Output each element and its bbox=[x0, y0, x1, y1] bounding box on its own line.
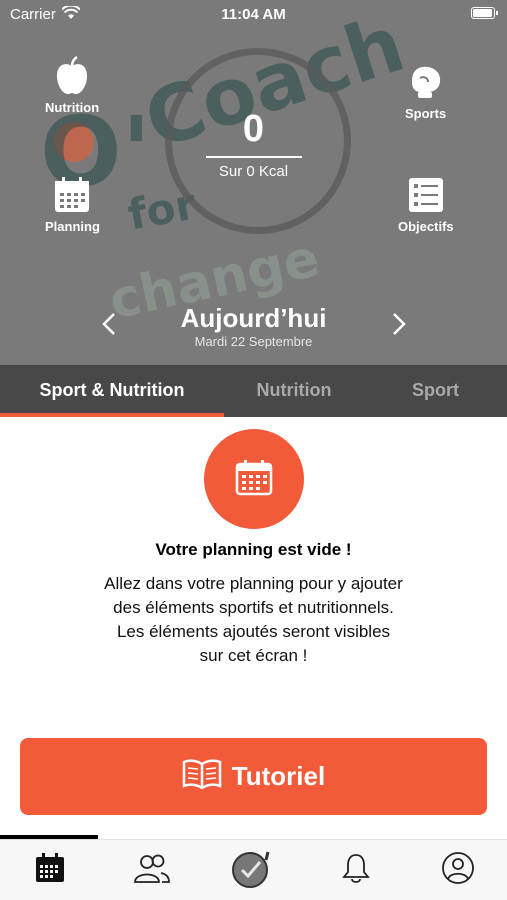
people-icon bbox=[132, 852, 172, 889]
empty-state-badge bbox=[204, 429, 304, 529]
nav-planning[interactable] bbox=[30, 850, 70, 890]
tutorial-button[interactable]: Tutoriel bbox=[20, 738, 487, 815]
app-screen: O' Coach for change Carrier 11:04 AM 0 S… bbox=[0, 0, 507, 900]
coach-logo-icon bbox=[230, 848, 274, 893]
tile-planning[interactable]: Planning bbox=[45, 175, 100, 234]
bottom-tab-bar bbox=[0, 839, 507, 900]
user-icon bbox=[441, 851, 475, 890]
dashboard-header: O' Coach for change Carrier 11:04 AM 0 S… bbox=[0, 0, 507, 365]
tile-label: Sports bbox=[405, 106, 447, 121]
tab-sport[interactable]: Sport bbox=[364, 365, 507, 417]
active-tab-indicator bbox=[0, 413, 224, 417]
tile-label: Objectifs bbox=[398, 219, 454, 234]
boxing-glove-icon bbox=[406, 62, 446, 102]
status-bar: Carrier 11:04 AM bbox=[0, 0, 507, 30]
date-subtitle: Mardi 22 Septembre bbox=[194, 334, 313, 349]
empty-state-title: Votre planning est vide ! bbox=[155, 540, 352, 559]
tile-label: Nutrition bbox=[45, 100, 100, 115]
calendar-icon bbox=[34, 852, 66, 889]
nav-profile[interactable] bbox=[438, 850, 478, 890]
tile-nutrition[interactable]: Nutrition bbox=[45, 56, 99, 115]
tile-label: Planning bbox=[45, 219, 100, 234]
nav-notifications[interactable] bbox=[336, 850, 376, 890]
segment-tabs: Sport & Nutrition Nutrition Sport bbox=[0, 365, 507, 417]
nav-community[interactable] bbox=[132, 850, 172, 890]
apple-icon bbox=[52, 56, 92, 96]
battery-icon bbox=[471, 7, 498, 19]
calendar-icon bbox=[234, 457, 274, 502]
calendar-icon bbox=[52, 175, 92, 215]
tutorial-label: Tutoriel bbox=[231, 761, 326, 791]
tab-sport-nutrition[interactable]: Sport & Nutrition bbox=[0, 365, 224, 417]
tab-nutrition[interactable]: Nutrition bbox=[224, 365, 364, 417]
open-book-icon bbox=[182, 758, 222, 795]
empty-state-text: des éléments sportifs et nutritionnels. bbox=[113, 598, 394, 617]
kcal-divider bbox=[206, 156, 302, 158]
tile-objectifs[interactable]: Objectifs bbox=[398, 175, 454, 234]
nav-coach[interactable] bbox=[232, 850, 272, 890]
checklist-icon bbox=[406, 175, 446, 215]
empty-state-text: Les éléments ajoutés seront visibles bbox=[116, 622, 391, 641]
empty-state-text: Allez dans votre planning pour y ajouter bbox=[104, 574, 403, 593]
next-day-chevron-icon[interactable] bbox=[392, 312, 406, 343]
date-title: Aujourd’hui bbox=[180, 303, 327, 333]
tile-sports[interactable]: Sports bbox=[405, 62, 446, 121]
bell-icon bbox=[341, 852, 371, 889]
empty-state-text: sur cet écran ! bbox=[199, 646, 308, 665]
status-time: 11:04 AM bbox=[221, 6, 286, 23]
